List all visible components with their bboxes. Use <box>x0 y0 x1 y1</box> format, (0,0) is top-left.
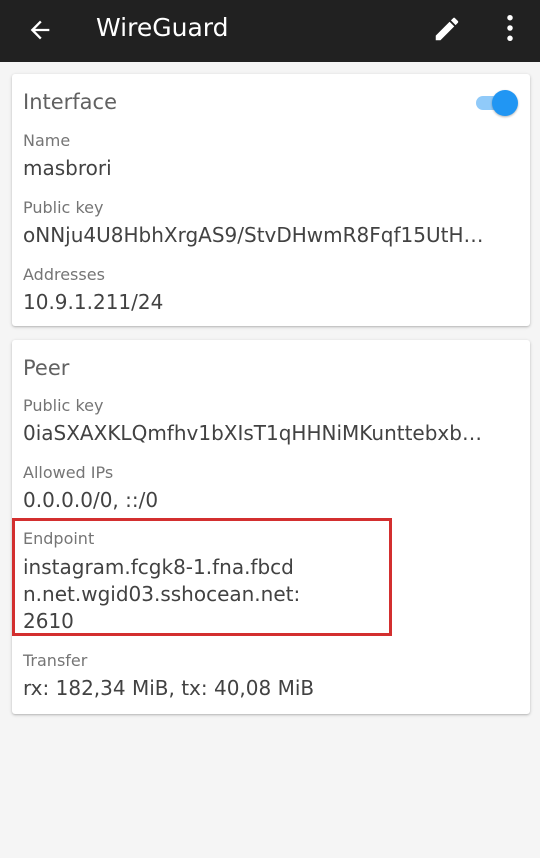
interface-title: Interface <box>23 90 118 114</box>
endpoint-value-line1: instagram.fcgk8-1.fna.fbcd <box>23 555 294 579</box>
name-value: masbrori <box>23 156 112 180</box>
app-title: WireGuard <box>96 13 229 42</box>
interface-public-key-label: Public key <box>23 198 104 217</box>
interface-card: Interface Name masbrori Public key oNNju… <box>12 74 530 326</box>
addresses-value: 10.9.1.211/24 <box>23 290 164 314</box>
app-bar: WireGuard <box>0 0 540 62</box>
arrow-back-icon[interactable] <box>26 16 54 44</box>
allowed-ips-label: Allowed IPs <box>23 463 114 482</box>
addresses-label: Addresses <box>23 265 105 284</box>
peer-public-key-label: Public key <box>23 396 104 415</box>
toggle-thumb <box>492 90 518 116</box>
allowed-ips-value: 0.0.0.0/0, ::/0 <box>23 488 159 512</box>
more-vert-icon[interactable] <box>496 12 524 44</box>
transfer-value: rx: 182,34 MiB, tx: 40,08 MiB <box>23 676 315 700</box>
interface-toggle[interactable] <box>474 88 518 118</box>
endpoint-value-line2: n.net.wgid03.sshocean.net: <box>23 582 301 606</box>
endpoint-value-line3: 2610 <box>23 609 74 633</box>
peer-card: Peer Public key 0iaSXAXKLQmfhv1bXIsT1qHH… <box>12 340 530 714</box>
peer-public-key-value: 0iaSXAXKLQmfhv1bXIsT1qHHNiMKunttebxb… <box>23 421 482 445</box>
pencil-icon[interactable] <box>432 14 462 44</box>
peer-title: Peer <box>23 356 70 380</box>
endpoint-label: Endpoint <box>23 529 95 548</box>
transfer-label: Transfer <box>23 651 88 670</box>
interface-public-key-value: oNNju4U8HbhXrgAS9/StvDHwmR8Fqf15UtH… <box>23 223 484 247</box>
name-label: Name <box>23 131 71 150</box>
